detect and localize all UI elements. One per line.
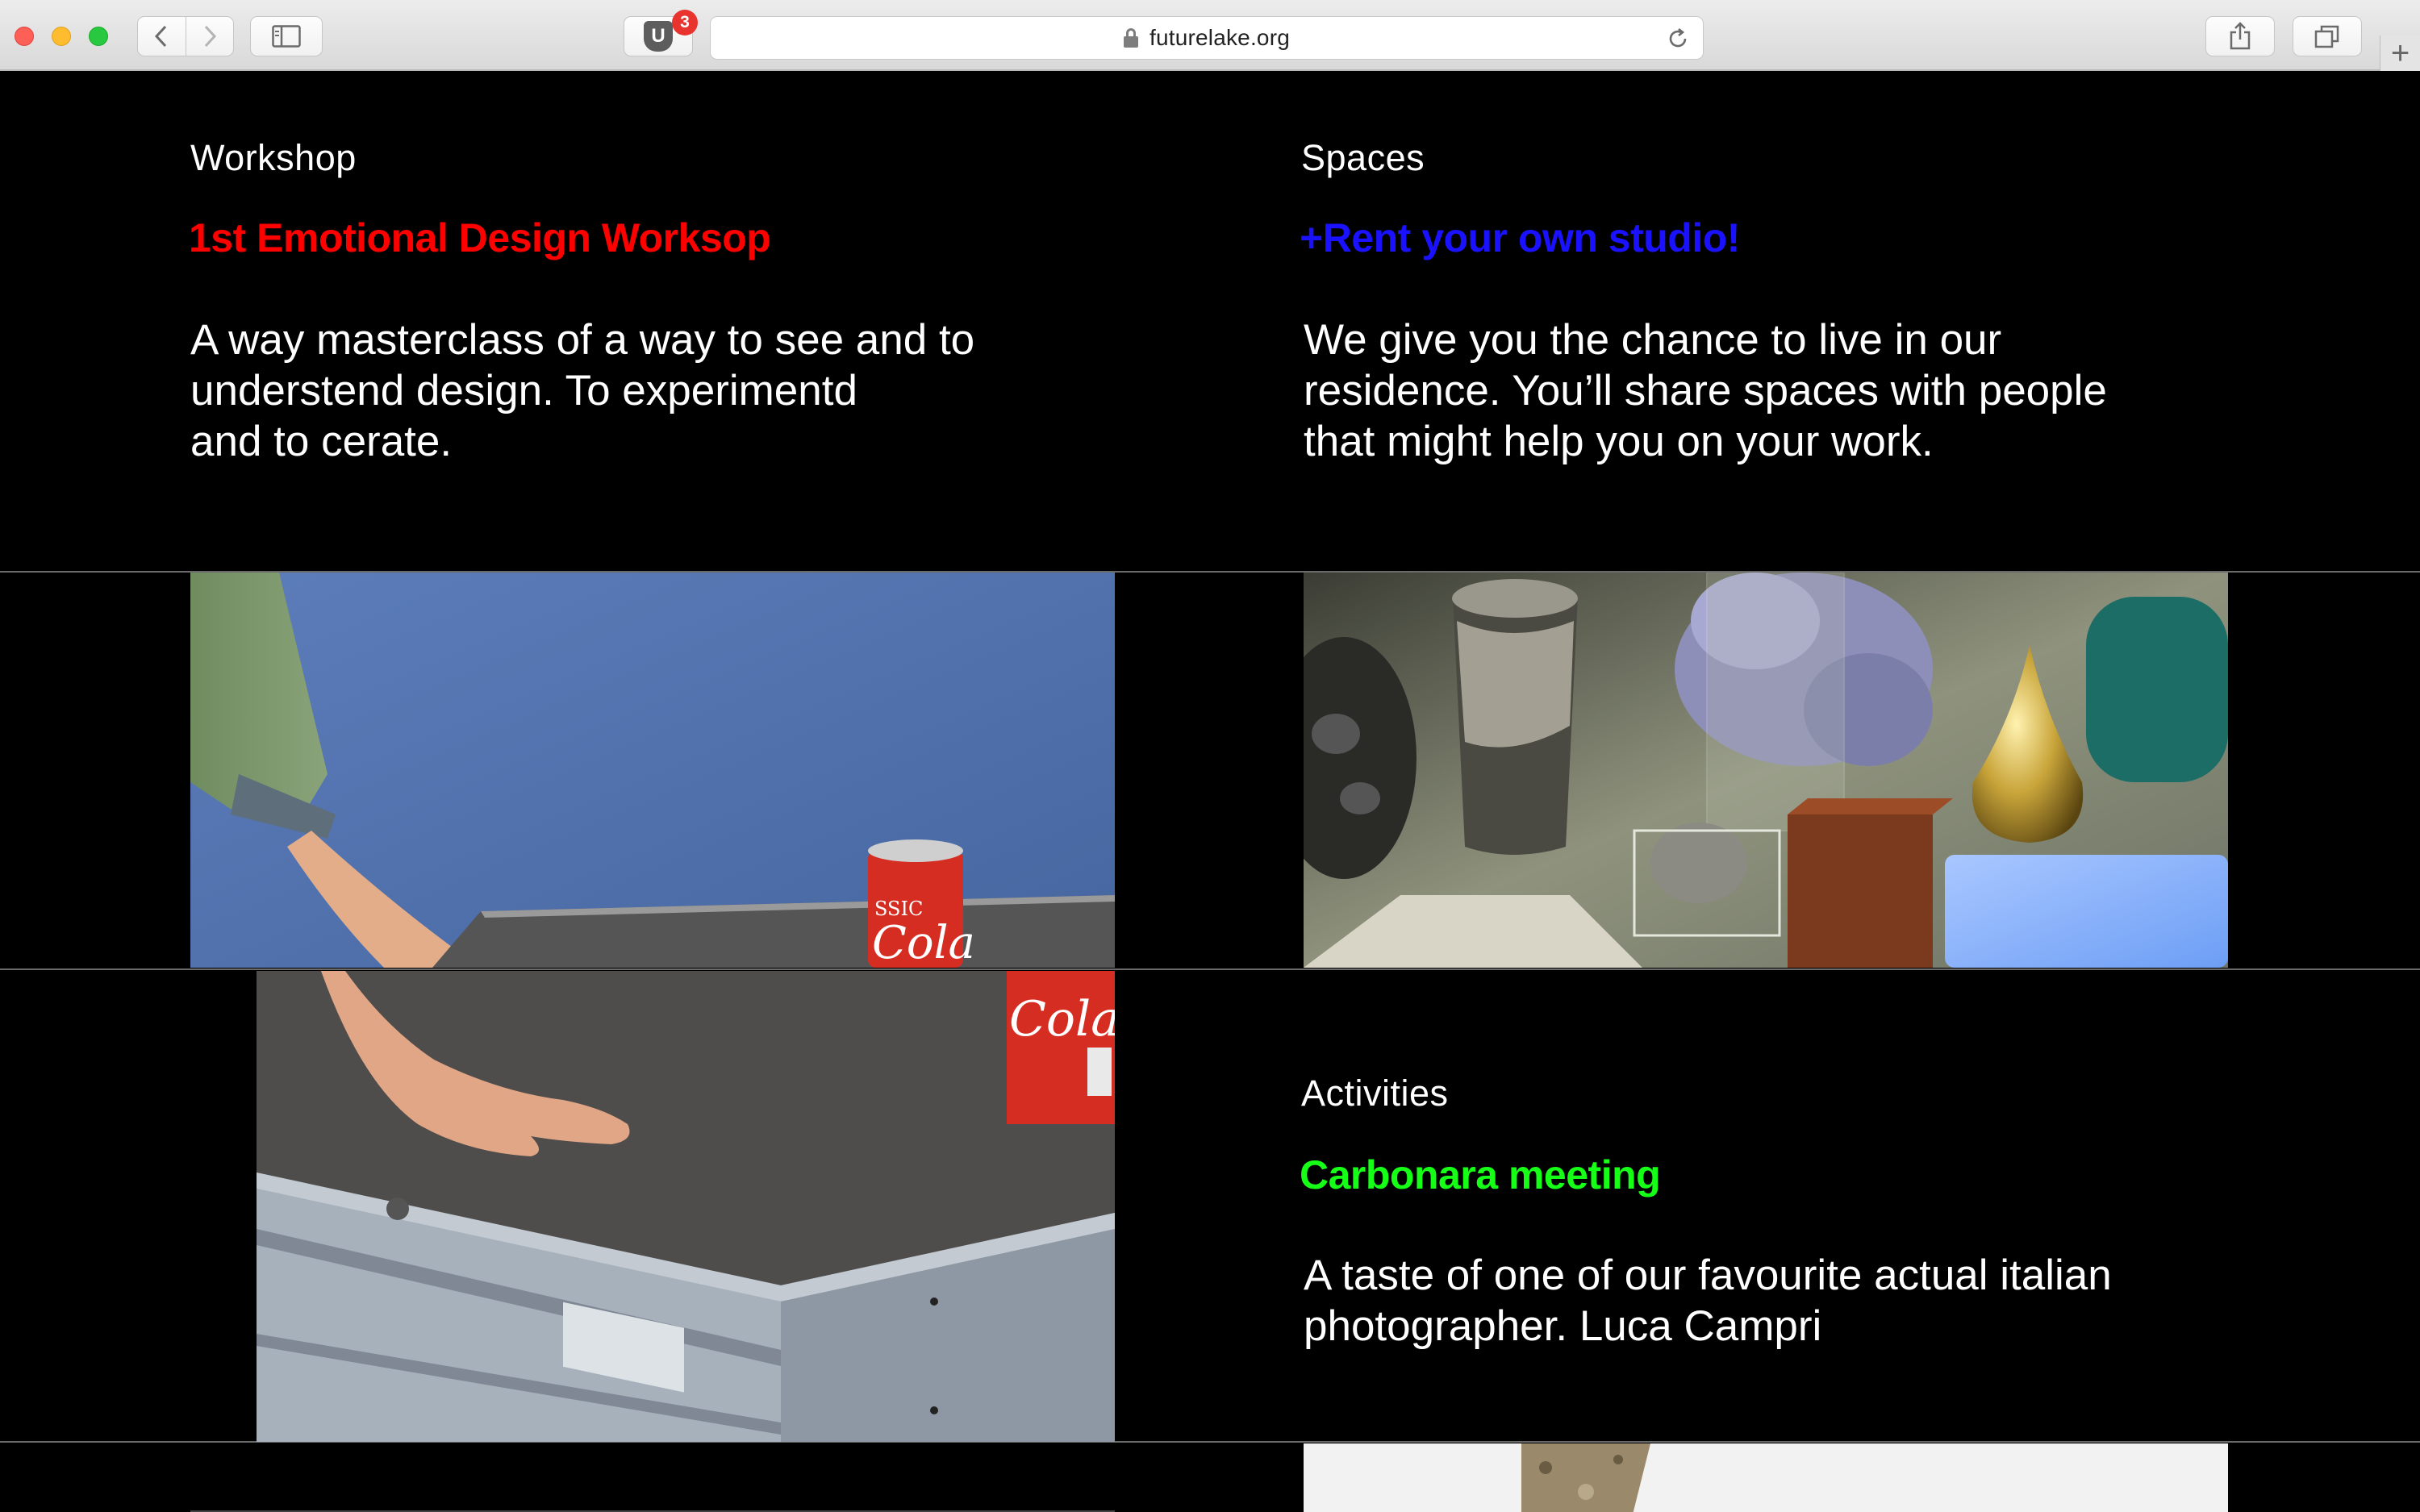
spaces-category: Spaces bbox=[1301, 137, 1425, 178]
can-logo-text: Cola bbox=[872, 917, 975, 968]
workshop-description-line: and to cerate. bbox=[190, 418, 453, 465]
workshop-description: A way masterclass of a way to see and to… bbox=[190, 314, 974, 467]
page-content: Workshop 1st Emotional Design Worksop A … bbox=[0, 73, 2420, 1512]
forward-icon bbox=[204, 25, 217, 48]
workshop-photo-top-illustration: SSIC Cola bbox=[190, 573, 1115, 968]
sidebar-icon bbox=[272, 25, 301, 48]
activities-title[interactable]: Carbonara meeting bbox=[1300, 1152, 1661, 1198]
sidebar-toggle-button[interactable] bbox=[250, 16, 323, 56]
workshop-image-top[interactable]: SSIC Cola bbox=[190, 573, 1115, 968]
spaces-description: We give you the chance to live in our re… bbox=[1304, 314, 2107, 467]
back-button[interactable] bbox=[138, 17, 186, 56]
window-maximize-button[interactable] bbox=[89, 27, 108, 46]
shield-icon: U bbox=[644, 21, 673, 52]
workshop-image-bottom[interactable]: Cola bbox=[257, 971, 1115, 1442]
divider bbox=[0, 968, 2420, 970]
activities-photo-illustration bbox=[1304, 1443, 2228, 1512]
activities-description-line: photographer. Luca Campri bbox=[1304, 1302, 1822, 1350]
show-tabs-button[interactable] bbox=[2293, 16, 2362, 56]
workshop-photo-bottom-illustration: Cola bbox=[257, 971, 1115, 1442]
reload-icon[interactable] bbox=[1666, 27, 1690, 51]
url-text: futurelake.org bbox=[1149, 25, 1290, 50]
spaces-render-illustration bbox=[1304, 573, 2228, 968]
spaces-image[interactable] bbox=[1304, 573, 2228, 968]
address-content: futurelake.org bbox=[711, 17, 1703, 59]
activities-category: Activities bbox=[1301, 1073, 1449, 1114]
activities-description: A taste of one of our favourite actual i… bbox=[1304, 1250, 2112, 1352]
forward-button[interactable] bbox=[185, 17, 233, 56]
activities-description-line: A taste of one of our favourite actual i… bbox=[1304, 1252, 2112, 1299]
workshop-description-line: understend design. To experimentd bbox=[190, 367, 857, 414]
workshop-title[interactable]: 1st Emotional Design Worksop bbox=[189, 215, 771, 261]
can-logo-text: Cola bbox=[1009, 991, 1115, 1048]
extension-badge: 3 bbox=[672, 10, 698, 35]
spaces-title[interactable]: +Rent your own studio! bbox=[1300, 215, 1740, 261]
new-tab-button[interactable]: + bbox=[2380, 35, 2420, 71]
address-bar[interactable]: futurelake.org bbox=[710, 16, 1704, 60]
tabs-icon bbox=[2314, 25, 2339, 48]
spaces-description-line: residence. You’ll share spaces with peop… bbox=[1304, 367, 2107, 414]
back-icon bbox=[155, 25, 167, 48]
workshop-category: Workshop bbox=[190, 137, 357, 178]
activities-image[interactable] bbox=[1304, 1443, 2228, 1512]
lock-icon bbox=[1123, 28, 1138, 48]
navigation-buttons bbox=[137, 16, 234, 56]
window-minimize-button[interactable] bbox=[52, 27, 71, 46]
browser-toolbar: U 3 futurelake.org + bbox=[0, 0, 2420, 71]
workshop-description-line: A way masterclass of a way to see and to bbox=[190, 316, 975, 364]
spaces-description-line: that might help you on your work. bbox=[1304, 418, 1934, 465]
spaces-description-line: We give you the chance to live in our bbox=[1304, 316, 2002, 364]
share-button[interactable] bbox=[2205, 16, 2275, 56]
extension-letter: U bbox=[651, 25, 666, 47]
window-close-button[interactable] bbox=[15, 27, 34, 46]
share-icon bbox=[2230, 22, 2251, 50]
